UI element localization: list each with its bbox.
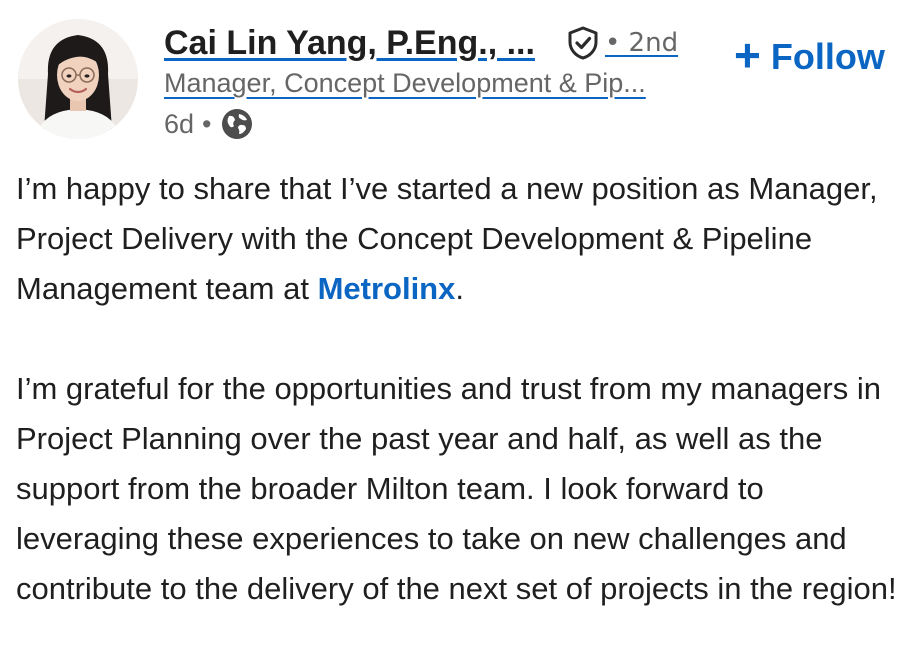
meta-separator: •: [202, 108, 212, 139]
author-name-row: Cai Lin Yang, P.Eng., ... • 2nd: [164, 18, 678, 68]
avatar[interactable]: [18, 19, 138, 139]
post-paragraph-2: I’m grateful for the opportunities and t…: [16, 371, 897, 606]
post-text: I’m happy to share that I’ve started a n…: [16, 164, 908, 614]
post-paragraph-1: I’m happy to share that I’ve started a n…: [16, 164, 908, 314]
post-text-segment: .: [455, 271, 464, 306]
globe-icon: [221, 109, 252, 139]
author-name[interactable]: Cai Lin Yang, P.Eng., ...: [164, 24, 535, 63]
connection-degree: • 2nd: [604, 28, 679, 58]
author-headline[interactable]: Manager, Concept Development & Pip...: [164, 68, 646, 99]
plus-icon: +: [734, 29, 761, 81]
post-meta: 6d •: [164, 106, 254, 142]
post-age: 6d: [164, 108, 195, 139]
shield-check-icon[interactable]: [565, 25, 601, 61]
profile-photo: [18, 19, 138, 139]
follow-button[interactable]: + Follow: [734, 32, 885, 82]
feed-post: Cai Lin Yang, P.Eng., ... • 2nd Manager,…: [0, 0, 912, 664]
company-mention-link[interactable]: Metrolinx: [318, 271, 456, 306]
follow-label: Follow: [770, 36, 885, 77]
